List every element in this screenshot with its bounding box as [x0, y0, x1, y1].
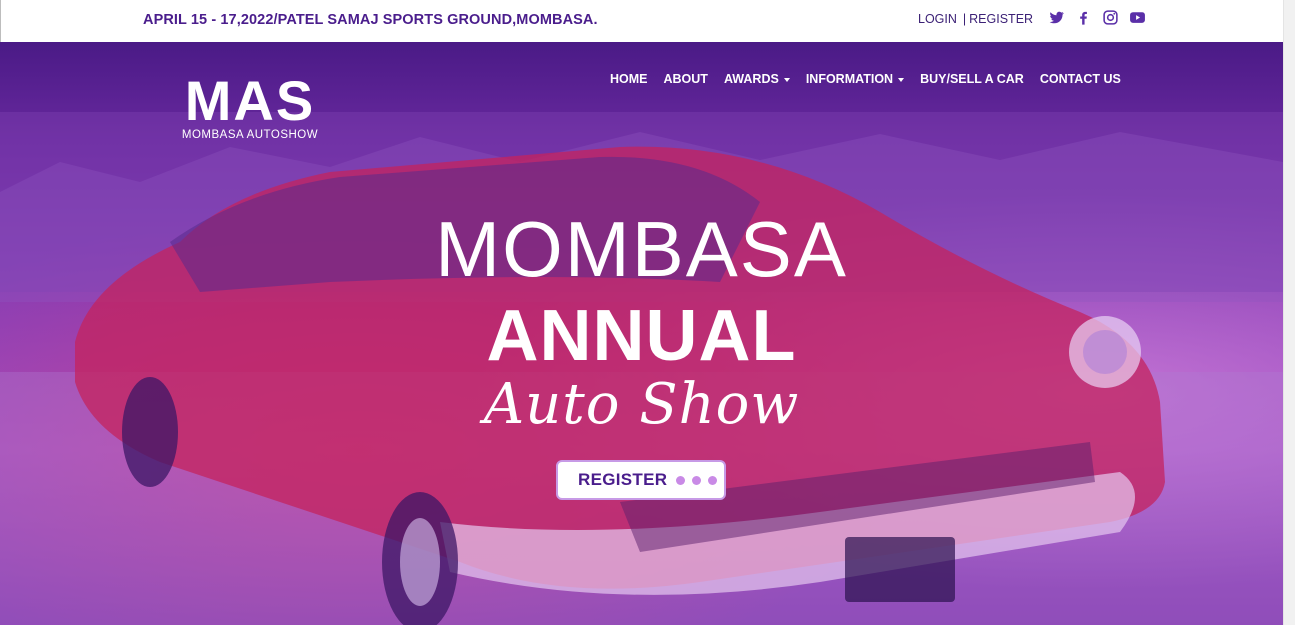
nav-awards[interactable]: AWARDS [724, 72, 790, 86]
logo-tagline: MOMBASA AUTOSHOW [182, 129, 318, 141]
caret-down-icon [898, 77, 905, 82]
nav-home-label: HOME [610, 72, 648, 86]
hero-title-line2: ANNUAL [486, 296, 797, 376]
register-cta-label: REGISTER [578, 470, 668, 489]
nav-home[interactable]: HOME [610, 72, 648, 86]
auth-links: LOGIN | REGISTER [918, 12, 1033, 26]
register-link[interactable]: REGISTER [969, 12, 1033, 26]
top-bar: APRIL 15 - 17,2022/PATEL SAMAJ SPORTS GR… [0, 0, 1283, 42]
nav-information[interactable]: INFORMATION [805, 72, 905, 86]
nav-buy-sell[interactable]: BUY/SELL A CAR [920, 72, 1024, 86]
instagram-icon[interactable] [1102, 9, 1119, 26]
youtube-icon[interactable] [1129, 9, 1146, 26]
nav-about-label: ABOUT [663, 72, 708, 86]
nav-contact-label: CONTACT US [1039, 72, 1121, 86]
nav-about[interactable]: ABOUT [664, 72, 708, 86]
facebook-icon[interactable] [1075, 9, 1092, 26]
login-link[interactable]: LOGIN [918, 12, 957, 26]
hero-title-line1: MOMBASA [435, 205, 848, 293]
mas-logo[interactable]: MAS MOMBASA AUTOSHOW [155, 74, 345, 144]
dots-icon [676, 475, 718, 485]
nav-information-label: INFORMATION [805, 72, 894, 86]
twitter-icon[interactable] [1048, 9, 1065, 26]
hero-title-line3: Auto Show [483, 372, 800, 437]
auth-separator: | [962, 12, 967, 26]
nav-awards-label: AWARDS [723, 72, 779, 86]
main-nav: HOME ABOUT AWARDS INFORMATION BUY/SELL A… [610, 72, 1121, 86]
social-links [1048, 9, 1146, 26]
page-scrollbar[interactable] [1283, 0, 1295, 625]
nav-contact[interactable]: CONTACT US [1040, 72, 1121, 86]
event-info: APRIL 15 - 17,2022/PATEL SAMAJ SPORTS GR… [143, 12, 598, 28]
nav-buy-sell-label: BUY/SELL A CAR [920, 72, 1024, 86]
hero-section: MAS MOMBASA AUTOSHOW HOME ABOUT AWARDS I… [0, 42, 1283, 625]
caret-down-icon [783, 77, 790, 82]
logo-letters: MAS [185, 74, 315, 132]
register-cta-button[interactable]: REGISTER [556, 460, 726, 500]
